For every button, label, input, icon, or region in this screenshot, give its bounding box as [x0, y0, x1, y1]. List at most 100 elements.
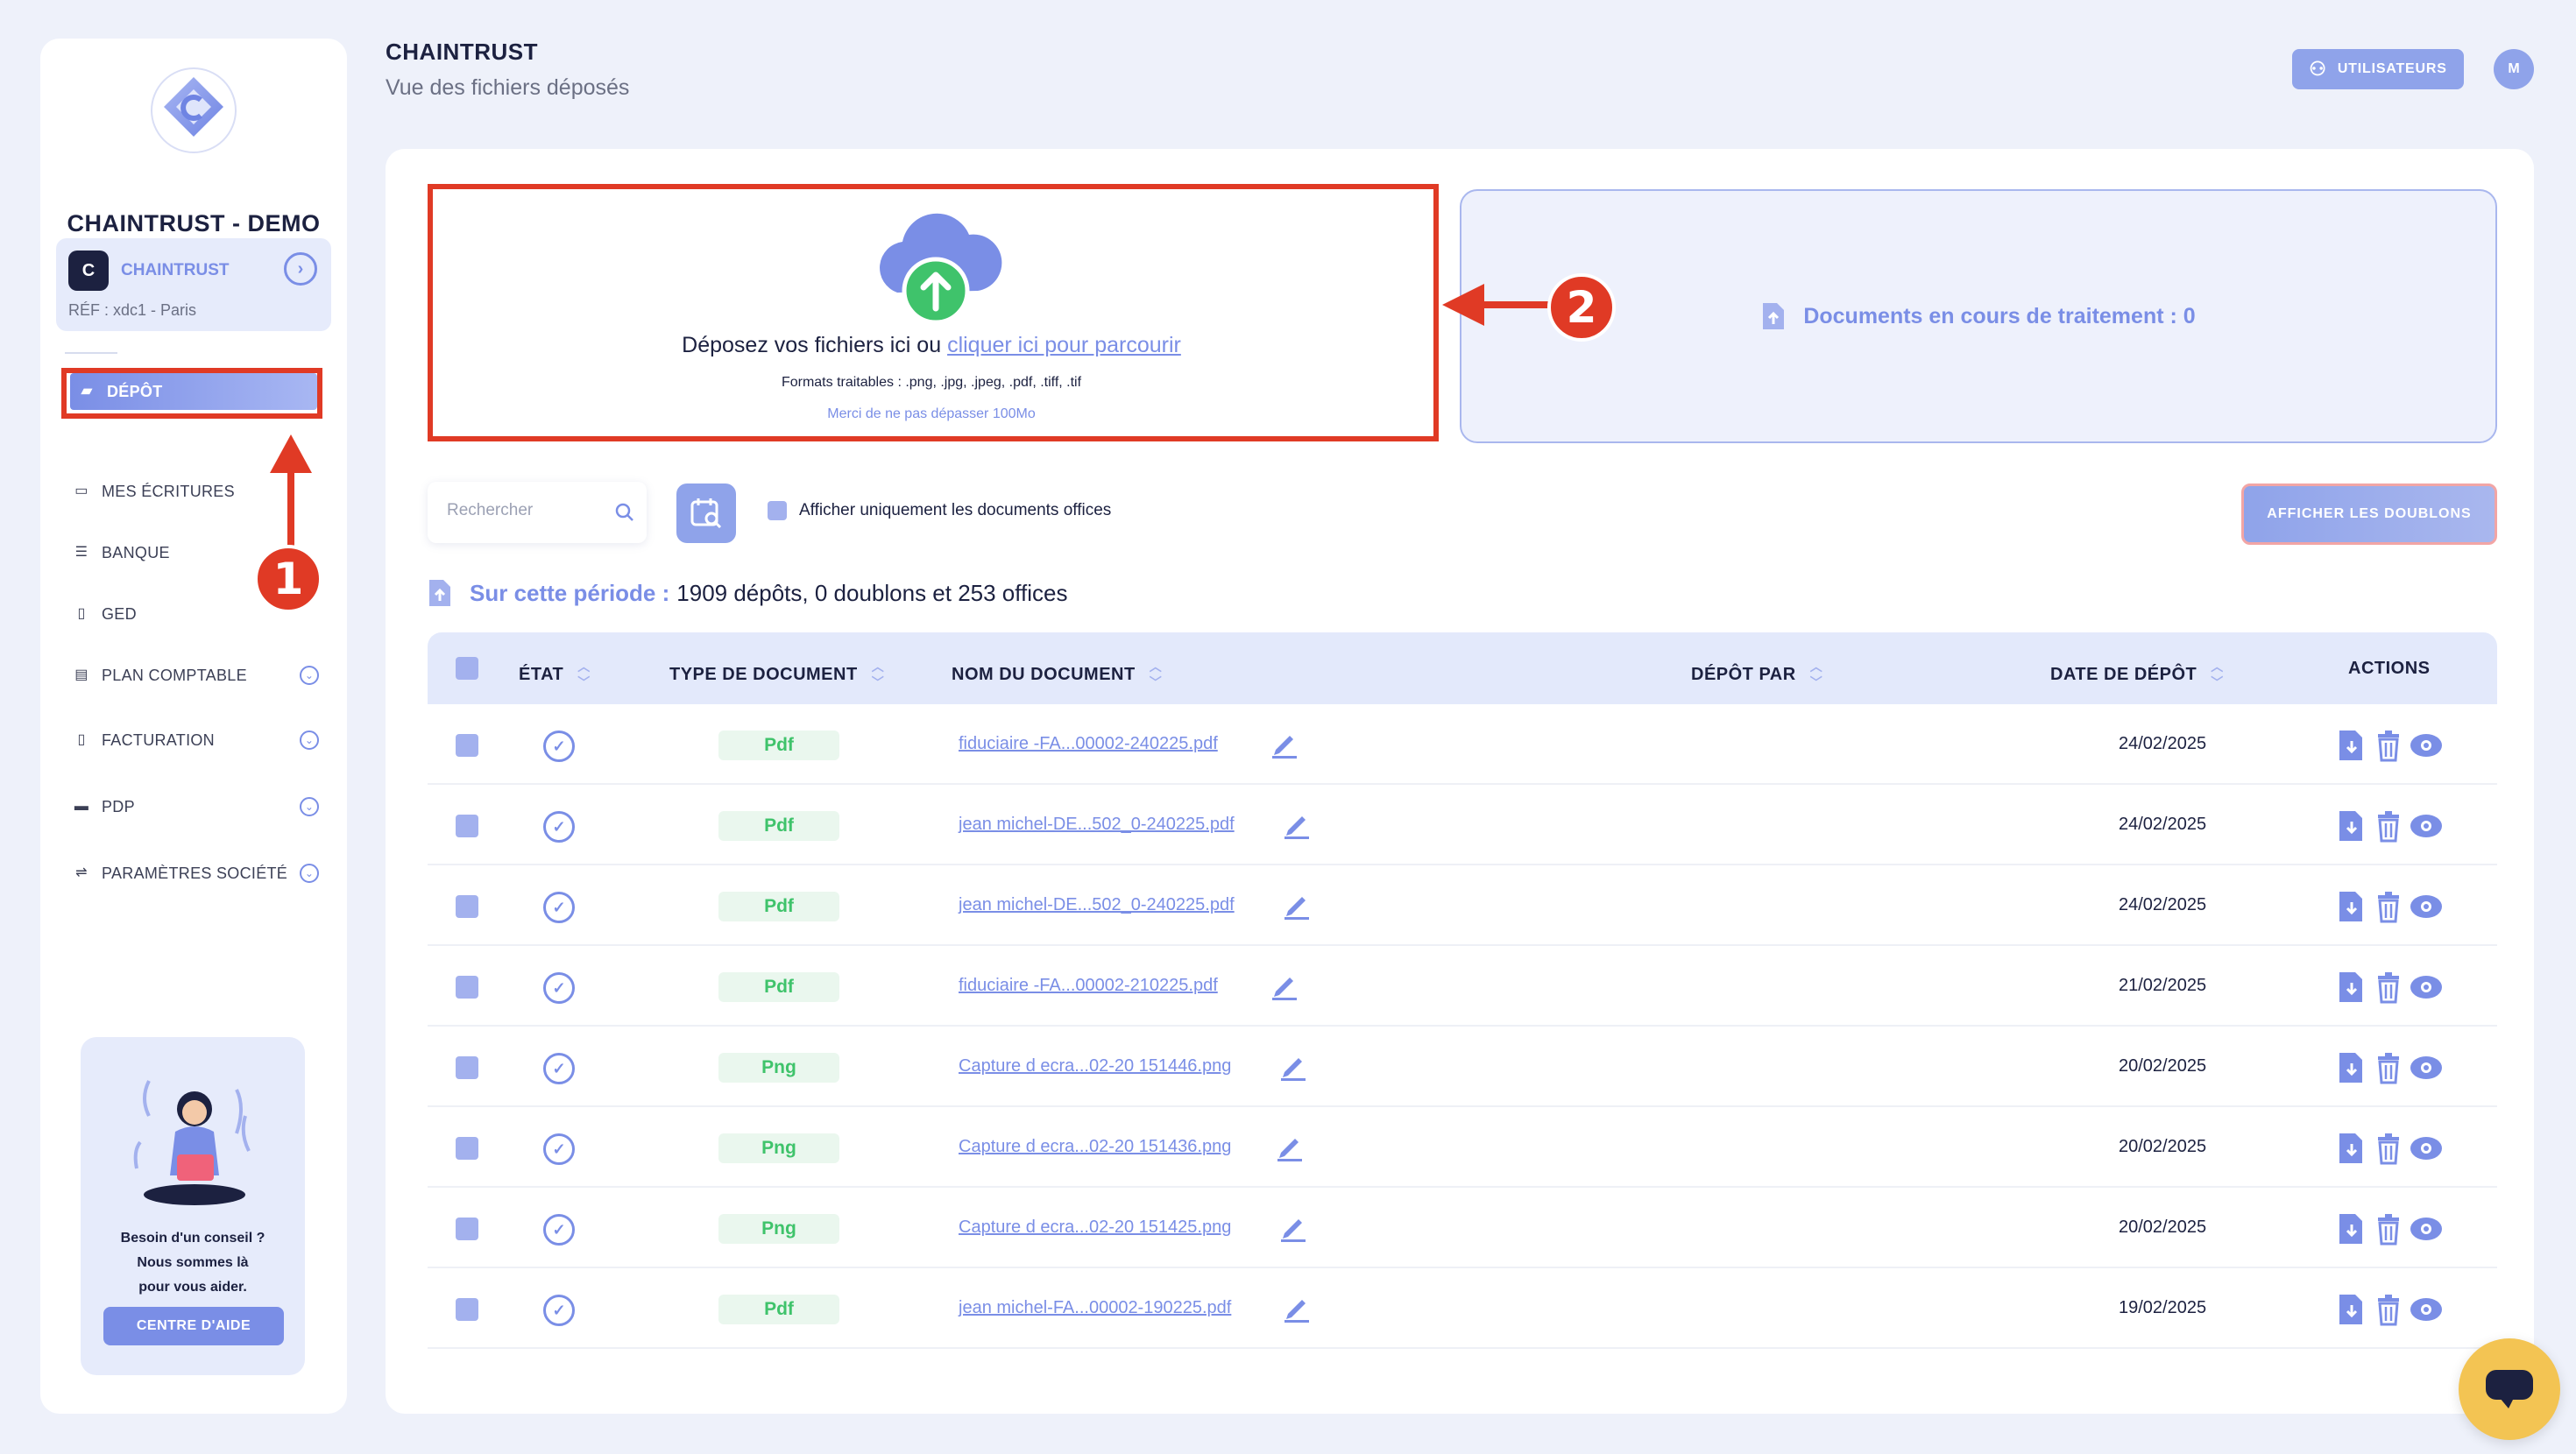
download-file-icon[interactable] — [2338, 809, 2366, 843]
sidebar-item-facturation[interactable]: ▯ FACTURATION ⌄ — [65, 722, 328, 759]
trash-icon[interactable] — [2374, 971, 2403, 1004]
table-row: ✓ Pdf jean michel-FA...00002-190225.pdf 19/… — [428, 1268, 2497, 1349]
edit-icon[interactable] — [1274, 1130, 1306, 1161]
chevron-right-icon[interactable]: › — [284, 252, 317, 286]
row-checkbox[interactable] — [456, 895, 478, 918]
edit-icon[interactable] — [1277, 1210, 1309, 1242]
edit-icon[interactable] — [1269, 969, 1300, 1000]
calendar-filter-button[interactable] — [676, 483, 736, 543]
period-label: Sur cette période : — [470, 579, 670, 606]
edit-icon[interactable] — [1269, 727, 1300, 759]
column-label: NOM DU DOCUMENT — [952, 664, 1136, 684]
chevron-down-icon[interactable]: ⌄ — [300, 666, 319, 685]
annotation-badge-2: 2 — [1547, 273, 1616, 342]
document-name-link[interactable]: jean michel-DE...502_0-240225.pdf — [959, 895, 1235, 915]
row-checkbox[interactable] — [456, 976, 478, 999]
document-name-link[interactable]: Capture d ecra...02-20 151446.png — [959, 1056, 1231, 1076]
sort-icon[interactable]: ︿ ﹀ — [577, 659, 591, 690]
download-file-icon[interactable] — [2338, 1051, 2366, 1084]
download-file-icon[interactable] — [2338, 1212, 2366, 1246]
company-ref: RÉF : xdc1 - Paris — [68, 301, 197, 319]
page-subtitle: Vue des fichiers déposés — [386, 75, 630, 100]
document-name-link[interactable]: fiduciaire -FA...00002-210225.pdf — [959, 976, 1218, 996]
deposit-date: 24/02/2025 — [2119, 895, 2207, 914]
eye-icon[interactable] — [2410, 1293, 2443, 1326]
row-checkbox[interactable] — [456, 1298, 478, 1321]
chat-icon — [2486, 1370, 2533, 1408]
company-name: CHAINTRUST — [121, 261, 230, 279]
trash-icon[interactable] — [2374, 890, 2403, 923]
select-all-checkbox[interactable] — [456, 657, 478, 680]
search-icon[interactable] — [615, 503, 634, 522]
edit-icon[interactable] — [1277, 1049, 1309, 1081]
eye-icon[interactable] — [2410, 971, 2443, 1004]
row-checkbox[interactable] — [456, 1056, 478, 1079]
eye-icon[interactable] — [2410, 1051, 2443, 1084]
trash-icon[interactable] — [2374, 1051, 2403, 1084]
document-upload-icon — [1763, 303, 1785, 329]
column-type[interactable]: TYPE DE DOCUMENT ︿ ﹀ — [669, 659, 884, 690]
sidebar-item-label: PLAN COMPTABLE — [102, 666, 247, 684]
row-checkbox[interactable] — [456, 815, 478, 837]
sidebar-item-pdp[interactable]: ▬ PDP ⌄ — [65, 788, 328, 825]
sidebar-item-label: GED — [102, 604, 137, 623]
edit-icon[interactable] — [1281, 808, 1313, 839]
period-values: 1909 dépôts, 0 doublons et 253 offices — [676, 579, 1068, 606]
eye-icon[interactable] — [2410, 1212, 2443, 1246]
row-checkbox[interactable] — [456, 1218, 478, 1240]
company-card[interactable]: C CHAINTRUST › RÉF : xdc1 - Paris — [56, 238, 331, 331]
column-depot-par[interactable]: DÉPÔT PAR ︿ ﹀ — [1691, 659, 1822, 690]
row-checkbox[interactable] — [456, 1137, 478, 1160]
document-name-link[interactable]: jean michel-DE...502_0-240225.pdf — [959, 815, 1235, 835]
column-label: TYPE DE DOCUMENT — [669, 664, 858, 684]
sidebar-item-label: MES ÉCRITURES — [102, 482, 235, 500]
sort-icon[interactable]: ︿ ﹀ — [2211, 659, 2224, 690]
column-date[interactable]: DATE DE DÉPÔT ︿ ﹀ — [2050, 659, 2224, 690]
download-file-icon[interactable] — [2338, 1132, 2366, 1165]
chat-button[interactable] — [2459, 1338, 2560, 1440]
sort-icon[interactable]: ︿ ﹀ — [872, 659, 885, 690]
eye-icon[interactable] — [2410, 809, 2443, 843]
sidebar-item-plan-comptable[interactable]: ▤ PLAN COMPTABLE ⌄ — [65, 657, 328, 694]
sidebar-item-parametres-societe[interactable]: ⇌ PARAMÈTRES SOCIÉTÉ ⌄ — [65, 855, 328, 892]
download-file-icon[interactable] — [2338, 729, 2366, 762]
document-name-link[interactable]: jean michel-FA...00002-190225.pdf — [959, 1298, 1231, 1318]
edit-icon[interactable] — [1281, 888, 1313, 920]
row-checkbox[interactable] — [456, 734, 478, 757]
users-button[interactable]: ⚇ UTILISATEURS — [2292, 49, 2464, 89]
chevron-down-icon[interactable]: ⌄ — [300, 797, 319, 816]
sort-icon[interactable]: ︿ ﹀ — [1810, 659, 1823, 690]
eye-icon[interactable] — [2410, 890, 2443, 923]
eye-icon[interactable] — [2410, 1132, 2443, 1165]
deposit-date: 19/02/2025 — [2119, 1298, 2207, 1317]
sidebar-item-label: PDP — [102, 797, 135, 815]
column-nom[interactable]: NOM DU DOCUMENT ︿ ﹀ — [952, 659, 1162, 690]
trash-icon[interactable] — [2374, 1212, 2403, 1246]
download-file-icon[interactable] — [2338, 890, 2366, 923]
chevron-down-icon[interactable]: ⌄ — [300, 731, 319, 750]
column-etat[interactable]: ÉTAT ︿ ﹀ — [519, 659, 591, 690]
search-box[interactable] — [428, 482, 647, 543]
sidebar-item-label: FACTURATION — [102, 731, 215, 749]
trash-icon[interactable] — [2374, 1293, 2403, 1326]
document-name-link[interactable]: fiduciaire -FA...00002-240225.pdf — [959, 734, 1218, 754]
trash-icon[interactable] — [2374, 809, 2403, 843]
chevron-down-icon[interactable]: ⌄ — [300, 864, 319, 883]
avatar[interactable]: M — [2494, 49, 2534, 89]
trash-icon[interactable] — [2374, 729, 2403, 762]
document-name-link[interactable]: Capture d ecra...02-20 151436.png — [959, 1137, 1231, 1157]
search-input[interactable] — [447, 501, 605, 520]
edit-icon[interactable] — [1281, 1291, 1313, 1323]
document-name-link[interactable]: Capture d ecra...02-20 151425.png — [959, 1218, 1231, 1238]
only-offices-filter[interactable]: Afficher uniquement les documents office… — [768, 501, 1111, 520]
document-type-badge: Png — [718, 1133, 839, 1163]
download-file-icon[interactable] — [2338, 1293, 2366, 1326]
trash-icon[interactable] — [2374, 1132, 2403, 1165]
sort-icon[interactable]: ︿ ﹀ — [1150, 659, 1163, 690]
download-file-icon[interactable] — [2338, 971, 2366, 1004]
help-center-button[interactable]: CENTRE D'AIDE — [103, 1307, 284, 1345]
show-duplicates-button[interactable]: AFFICHER LES DOUBLONS — [2241, 483, 2497, 545]
checkbox[interactable] — [768, 501, 787, 520]
eye-icon[interactable] — [2410, 729, 2443, 762]
column-label: DATE DE DÉPÔT — [2050, 664, 2197, 684]
